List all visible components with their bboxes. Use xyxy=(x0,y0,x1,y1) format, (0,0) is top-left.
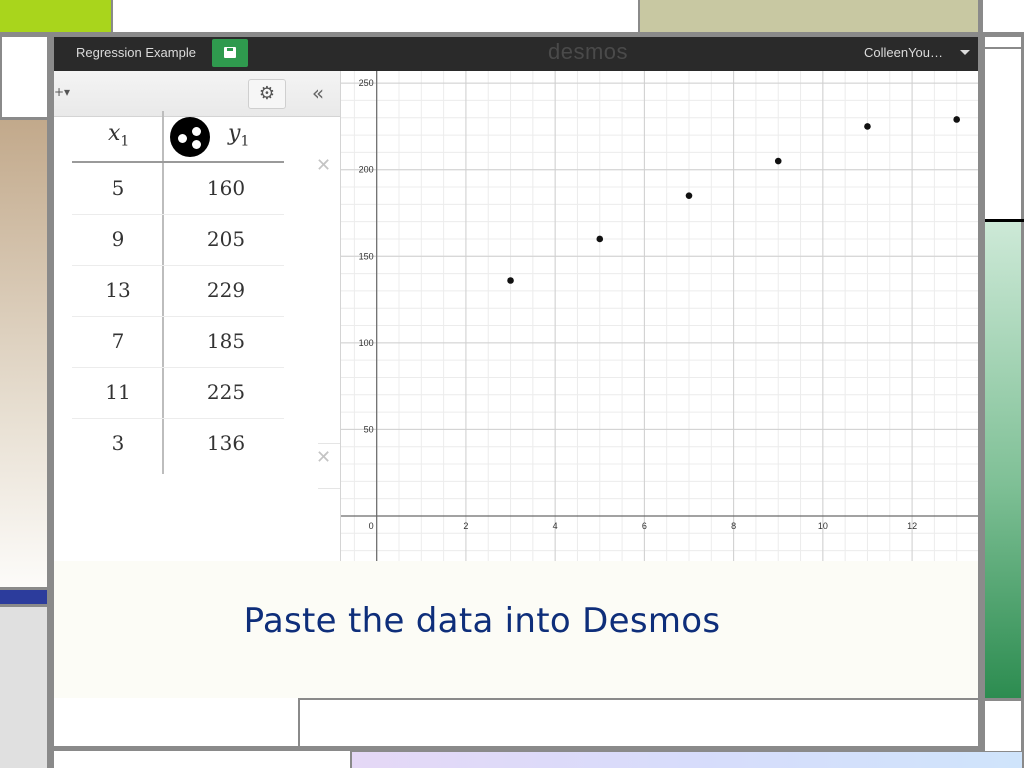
close-icon[interactable]: ✕ xyxy=(316,155,331,176)
y-tick-label: 200 xyxy=(359,165,374,175)
table-header: x1 y1 xyxy=(72,111,284,163)
table-cell-y[interactable]: 205 xyxy=(196,227,256,251)
slide-accent-green xyxy=(0,0,111,32)
slide-divider xyxy=(638,0,640,34)
x-tick-label: 6 xyxy=(642,521,647,531)
floppy-disk-icon xyxy=(224,47,236,58)
y-tick-label: 100 xyxy=(359,338,374,348)
data-point xyxy=(507,277,514,284)
slide-accent-khaki xyxy=(640,0,978,32)
slide-divider xyxy=(111,0,113,34)
plus-dropdown-icon[interactable]: +▾ xyxy=(54,85,74,103)
double-chevron-left-icon[interactable]: « xyxy=(306,79,330,109)
slide-accent-gray xyxy=(0,604,47,768)
points-style-icon[interactable] xyxy=(170,117,210,157)
graph-paper[interactable]: 0 2 4 6 8 10 12 50 100 150 200 250 xyxy=(340,71,978,561)
y-tick-label: 50 xyxy=(364,424,374,434)
slide-divider-right xyxy=(978,37,985,768)
table-cell-x[interactable]: 11 xyxy=(98,380,138,404)
slide-accent-lavender xyxy=(350,751,1022,768)
table-cell-y[interactable]: 225 xyxy=(196,380,256,404)
graph-title[interactable]: Regression Example xyxy=(76,45,196,60)
user-menu[interactable]: ColleenYou… xyxy=(864,45,943,60)
table-header-x[interactable]: x1 xyxy=(108,121,129,149)
save-button[interactable] xyxy=(212,39,248,67)
slide-divider-left xyxy=(47,34,54,768)
slide-divider xyxy=(985,219,1024,222)
table-cell-y[interactable]: 136 xyxy=(196,431,256,455)
slide-divider xyxy=(985,698,1024,701)
table-cell-y[interactable]: 160 xyxy=(196,176,256,200)
data-point xyxy=(864,123,871,130)
table-cell-y[interactable]: 185 xyxy=(196,329,256,353)
close-icon[interactable]: ✕ xyxy=(316,447,331,468)
table-row: 13 229 xyxy=(72,266,284,317)
scatter-plot[interactable]: 0 2 4 6 8 10 12 50 100 150 200 250 xyxy=(341,71,978,561)
y-tick-label: 150 xyxy=(359,251,374,261)
x-tick-label: 0 xyxy=(369,521,374,531)
y-tick-label: 250 xyxy=(359,78,374,88)
desmos-app: Regression Example desmos ColleenYou… +▾… xyxy=(54,37,978,561)
gear-icon[interactable]: ⚙ xyxy=(248,79,286,109)
table-row: 3 136 xyxy=(72,419,284,470)
table-cell-y[interactable]: 229 xyxy=(196,278,256,302)
slide-frame-box xyxy=(298,698,980,750)
slide-divider xyxy=(0,117,50,120)
data-point xyxy=(596,235,604,243)
desmos-logo: desmos xyxy=(548,39,629,64)
table-cell-x[interactable]: 3 xyxy=(98,431,138,455)
data-point xyxy=(685,192,693,199)
data-point xyxy=(953,116,960,123)
x-tick-label: 10 xyxy=(818,521,828,531)
x-tick-label: 8 xyxy=(731,521,736,531)
caret-down-icon[interactable] xyxy=(960,50,970,55)
slide-caption-area: Paste the data into Desmos xyxy=(54,561,978,698)
table-cell-x[interactable]: 13 xyxy=(98,278,138,302)
table-row: 7 185 xyxy=(72,317,284,368)
slide-accent-blue xyxy=(0,590,47,604)
app-header: Regression Example desmos ColleenYou… xyxy=(54,37,978,71)
slide-divider xyxy=(978,0,983,37)
table-row: 11 225 xyxy=(72,368,284,419)
slide-caption: Paste the data into Desmos xyxy=(243,601,721,641)
table-cell-x[interactable]: 7 xyxy=(98,329,138,353)
x-tick-label: 4 xyxy=(553,521,558,531)
expression-list: +▾ ⚙ « ✕ ✕ x1 y1 5 160 9 205 13 229 7 18… xyxy=(54,71,340,561)
slide-accent-green-gradient xyxy=(985,222,1021,698)
table-row: 9 205 xyxy=(72,215,284,266)
table-row: 5 160 xyxy=(72,164,284,215)
x-tick-label: 12 xyxy=(907,521,917,531)
slide-divider xyxy=(985,47,1024,49)
table-cell-x[interactable]: 9 xyxy=(98,227,138,251)
table-header-y[interactable]: y1 xyxy=(228,121,249,149)
x-tick-label: 2 xyxy=(463,521,468,531)
data-point xyxy=(774,157,782,165)
table-cell-x[interactable]: 5 xyxy=(98,176,138,200)
slide-accent-tan xyxy=(0,120,47,590)
slide-divider xyxy=(0,604,50,607)
